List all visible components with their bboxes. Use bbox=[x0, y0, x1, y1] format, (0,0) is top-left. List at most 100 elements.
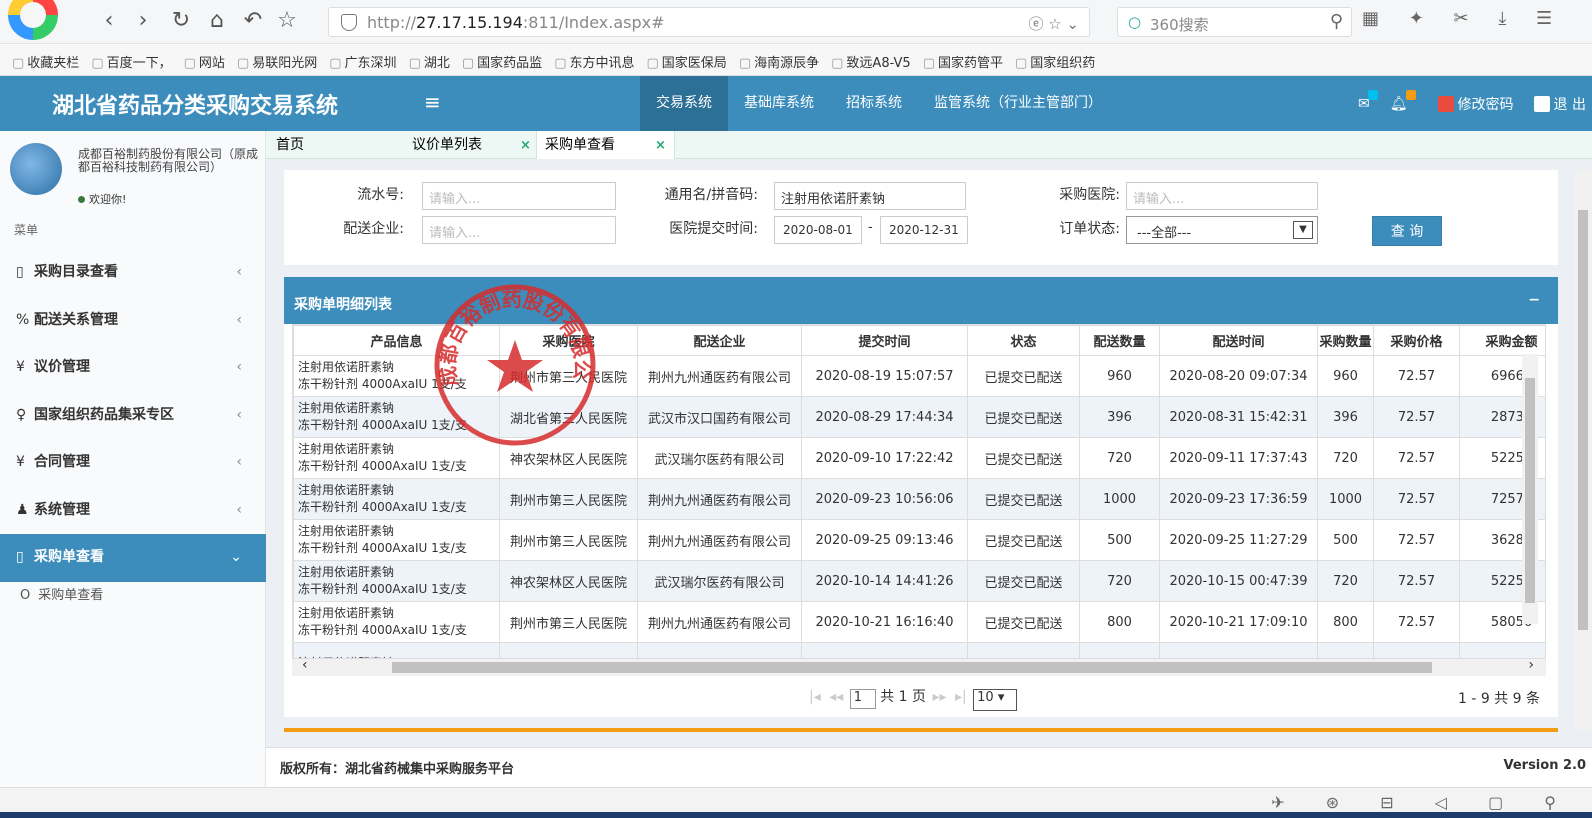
hospital-input[interactable]: 请输入... bbox=[1126, 182, 1318, 210]
table-vertical-scrollbar-thumb[interactable] bbox=[1525, 378, 1535, 603]
sidebar-item[interactable]: ▯ 采购单查看 ⌄ bbox=[0, 534, 266, 582]
column-header[interactable]: 状态 bbox=[967, 325, 1080, 356]
column-header[interactable]: 提交时间 bbox=[801, 325, 968, 356]
first-page-icon[interactable]: |◂ bbox=[809, 689, 821, 705]
forward-icon[interactable]: › bbox=[130, 8, 156, 34]
bookmark-item[interactable]: ▢ 国家医保局 bbox=[647, 52, 727, 71]
sidebar-item[interactable]: ♟ 系统管理 ‹ bbox=[0, 487, 266, 535]
bookmark-item[interactable]: ▢ 收藏夹栏 bbox=[12, 52, 79, 71]
bookmark-item[interactable]: ▢ 东方中讯息 bbox=[554, 52, 634, 71]
change-password-button[interactable]: 修改密码 bbox=[1437, 94, 1514, 114]
table-row[interactable]: 注射用依诺肝素钠 冻干粉针剂 4000AxaIU 1支/支 湖北省第三人民医院 武汉市… bbox=[293, 396, 1545, 438]
sidebar-item[interactable]: ¥ 议价管理 ‹ bbox=[0, 344, 266, 392]
query-button[interactable]: 查 询 bbox=[1372, 216, 1442, 246]
table-row[interactable]: 注射用依诺肝素钠 冻干粉针剂 4000AxaIU 1支/支 荆州市第三人民医院 荆州九… bbox=[293, 478, 1545, 520]
table-vertical-scrollbar[interactable] bbox=[1522, 354, 1538, 624]
column-header[interactable]: 配送企业 bbox=[637, 325, 802, 356]
table-cell-dist: 荆州九州通医药有限公司 bbox=[637, 478, 802, 520]
bookmark-item[interactable]: ▢ 网站 bbox=[184, 52, 225, 71]
sidebar-item[interactable]: % 配送关系管理 ‹ bbox=[0, 297, 266, 345]
serial-input[interactable]: 请输入... bbox=[422, 182, 616, 210]
bookmark-item[interactable]: ▢ 致远A8-V5 bbox=[831, 52, 911, 71]
home-icon[interactable]: ⌂ bbox=[204, 8, 230, 34]
search-icon[interactable]: ⚲ bbox=[1330, 11, 1343, 32]
table-row[interactable]: 注射用依诺肝素钠 冻干粉针剂 4000AxaIU 1支/支 荆州市第三人民医院 荆州九… bbox=[293, 519, 1545, 561]
distributor-label: 配送企业: bbox=[343, 221, 404, 237]
back-icon[interactable]: ‹ bbox=[96, 8, 122, 34]
scroll-right-icon[interactable]: › bbox=[1528, 657, 1534, 673]
column-header[interactable]: 采购医院 bbox=[499, 325, 638, 356]
bookmark-item[interactable]: ▢ 国家组织药 bbox=[1015, 52, 1095, 71]
product-name: 注射用依诺肝素钠 bbox=[298, 524, 395, 538]
star-icon[interactable]: ☆ bbox=[274, 8, 300, 34]
table-cell-submit: 2020-10-14 14:41:26 bbox=[801, 560, 968, 602]
column-header[interactable]: 配送时间 bbox=[1159, 325, 1318, 356]
page-size-select[interactable]: 10 ▾ bbox=[973, 689, 1018, 711]
submenu-item[interactable]: O 采购单查看 bbox=[0, 582, 266, 610]
table-horizontal-scrollbar-thumb[interactable] bbox=[392, 662, 1432, 673]
minimize-button[interactable]: − bbox=[1528, 292, 1540, 308]
mail-icon[interactable]: ✉ bbox=[1358, 89, 1378, 112]
nav-trade-system[interactable]: 交易系统 bbox=[640, 76, 728, 131]
bookmark-item[interactable]: ▢ 百度一下， bbox=[91, 52, 171, 71]
table-cell-status: 已提交已配送 bbox=[967, 355, 1080, 397]
bookmark-item[interactable]: ▢ 湖北 bbox=[409, 52, 450, 71]
date-to-input[interactable]: 2020-12-31 bbox=[880, 216, 968, 244]
menu-toggle-icon[interactable]: ≡ bbox=[424, 90, 441, 114]
table-cell-status: 已提交已配送 bbox=[967, 519, 1080, 561]
prev-page-icon[interactable]: ◂◂ bbox=[829, 689, 843, 705]
status-bar-icons[interactable]: ✈ ⊛ ⊟ ◁ ▢ ⚲ bbox=[1271, 793, 1574, 812]
table-cell-hospital: 神农架林区人民医院 bbox=[499, 560, 638, 602]
close-icon[interactable]: × bbox=[520, 138, 531, 153]
product-info-cell: 注射用依诺肝素钠 冻干粉针剂 4000AxaIU 1支/支 bbox=[293, 396, 500, 438]
circle-icon: O bbox=[20, 587, 31, 603]
column-header[interactable]: 配送数量 bbox=[1079, 325, 1160, 356]
address-bar[interactable]: http://27.17.15.194:811/Index.aspx# ⓔ ☆ … bbox=[328, 7, 1090, 37]
bookmark-item[interactable]: ▢ 国家药品监 bbox=[462, 52, 542, 71]
sidebar-item[interactable]: ¥ 合同管理 ‹ bbox=[0, 439, 266, 487]
column-header[interactable]: 采购价格 bbox=[1373, 325, 1460, 356]
sidebar-item[interactable]: ▯ 采购目录查看 ‹ bbox=[0, 249, 266, 297]
tab-home[interactable]: 首页 bbox=[276, 131, 304, 159]
page-scrollbar[interactable] bbox=[1574, 170, 1592, 730]
nav-supervision-system[interactable]: 监管系统（行业主管部门） bbox=[918, 76, 1118, 131]
date-from-input[interactable]: 2020-08-01 bbox=[774, 216, 862, 244]
page-number-input[interactable]: 1 bbox=[849, 689, 876, 709]
nav-tender-system[interactable]: 招标系统 bbox=[830, 76, 918, 131]
bookmark-item[interactable]: ▢ 国家药管平 bbox=[923, 52, 1003, 71]
distributor-input[interactable]: 请输入... bbox=[422, 216, 616, 244]
address-bar-actions-icon[interactable]: ⓔ ☆ ⌄ bbox=[1028, 13, 1079, 34]
table-row[interactable]: 注射用依诺肝素钠 冻干粉针剂 4000AxaIU 1支/支 荆州市第三人民医院 荆州九… bbox=[293, 601, 1545, 643]
table-cell-price: 72.57 bbox=[1373, 437, 1460, 479]
bell-icon[interactable]: 🔔︎ bbox=[1390, 89, 1416, 112]
bookmark-item[interactable]: ▢ 易联阳光网 bbox=[237, 52, 317, 71]
table-row[interactable]: 注射用依诺肝素钠 冻干粉针剂 4000AxaIU 1支/支 神农架林区人民医院 武汉瑞… bbox=[293, 560, 1545, 602]
table-row[interactable]: 注射用依诺肝素钠 冻干粉针剂 4000AxaIU 1支/支 神农架林区人民医院 武汉瑞… bbox=[293, 437, 1545, 479]
browser-toolbar: ‹ › ↻ ⌂ ↶ ☆ http://27.17.15.194:811/Inde… bbox=[0, 0, 1592, 44]
table-row[interactable]: 注射用依诺肝素钠 bbox=[293, 642, 1545, 658]
order-status-select[interactable]: ---全部--- ▼ bbox=[1126, 216, 1318, 244]
undo-icon[interactable]: ↶ bbox=[240, 8, 266, 34]
toolbar-extension-icons[interactable]: ▦ ✦ ✂ ⤓ ☰ bbox=[1362, 8, 1564, 29]
last-page-icon[interactable]: ▸| bbox=[955, 689, 967, 705]
column-header[interactable]: 采购金额 bbox=[1459, 325, 1545, 356]
reload-icon[interactable]: ↻ bbox=[168, 8, 194, 34]
nav-base-system[interactable]: 基础库系统 bbox=[728, 76, 830, 131]
next-page-icon[interactable]: ▸▸ bbox=[932, 689, 946, 705]
generic-name-input[interactable]: 注射用依诺肝素钠 bbox=[774, 182, 966, 210]
column-header[interactable]: 采购数量 bbox=[1317, 325, 1374, 356]
page-scrollbar-thumb[interactable] bbox=[1578, 210, 1588, 630]
bookmark-label: 致远A8-V5 bbox=[846, 56, 911, 71]
search-box[interactable]: ○ 360搜索 ⚲ bbox=[1117, 7, 1352, 37]
table-row[interactable]: 注射用依诺肝素钠 冻干粉针剂 4000AxaIU 1支/支 荆州市第三人民医院 荆州九… bbox=[293, 355, 1545, 397]
close-icon[interactable]: × bbox=[655, 138, 666, 153]
table-horizontal-scrollbar[interactable]: ‹ › bbox=[292, 657, 1546, 676]
tab-purchase-orders[interactable]: 采购单查看 × bbox=[536, 131, 675, 159]
column-header[interactable]: 产品信息 bbox=[293, 325, 500, 356]
scroll-left-icon[interactable]: ‹ bbox=[302, 657, 308, 673]
logout-button[interactable]: 退 出 bbox=[1533, 94, 1586, 114]
tab-negotiation-list[interactable]: 议价单列表 × bbox=[412, 131, 531, 159]
bookmark-item[interactable]: ▢ 广东深圳 bbox=[329, 52, 396, 71]
bookmark-item[interactable]: ▢ 海南源辰争 bbox=[739, 52, 819, 71]
sidebar-item[interactable]: ♀ 国家组织药品集采专区 ‹ bbox=[0, 392, 266, 440]
